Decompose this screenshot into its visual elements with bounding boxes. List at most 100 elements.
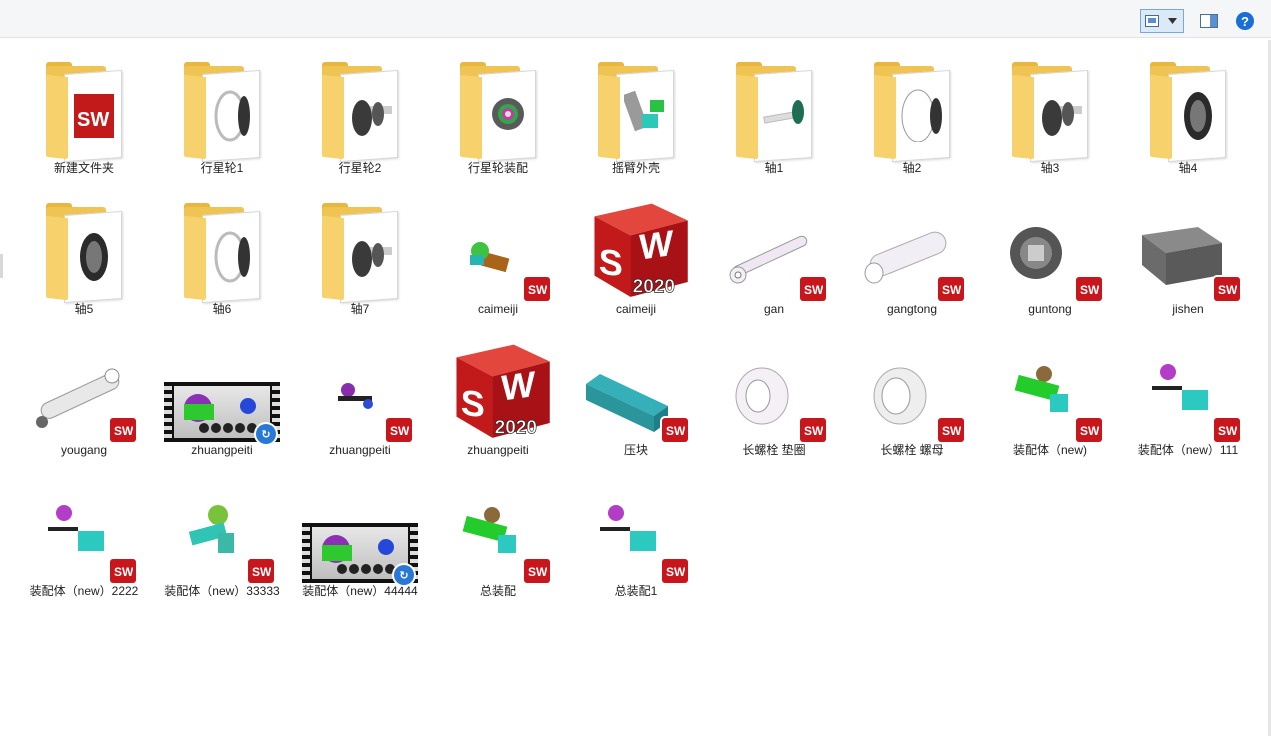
file-item[interactable]: SW 装配体（new) xyxy=(984,336,1116,459)
folder-icon xyxy=(294,195,426,304)
folder-item[interactable]: 行星轮1 xyxy=(156,54,288,177)
folder-item[interactable]: 轴6 xyxy=(156,195,288,318)
file-item[interactable]: SW caimeiji xyxy=(432,195,564,318)
file-item[interactable]: S W 2020 zhuangpeiti xyxy=(432,336,564,459)
solidworks-file-icon: SW xyxy=(386,418,412,442)
folder-icon xyxy=(570,54,702,163)
svg-text:SW: SW xyxy=(942,283,961,297)
file-thumbnail: SW xyxy=(18,336,150,442)
solidworks-file-icon: SW xyxy=(662,559,688,583)
folder-item[interactable]: 行星轮装配 xyxy=(432,54,564,177)
folder-icon xyxy=(18,195,150,304)
solidworks-file-icon: SW xyxy=(524,559,550,583)
folder-icon: SW xyxy=(18,54,150,163)
folder-item[interactable]: 轴4 xyxy=(1122,54,1254,177)
folder-item[interactable]: 轴1 xyxy=(708,54,840,177)
item-label: 总装配 xyxy=(479,584,516,598)
view-thumbnails-icon[interactable] xyxy=(1141,10,1162,32)
change-view-button[interactable] xyxy=(1140,9,1184,33)
part-preview-icon xyxy=(324,374,384,429)
item-label: 行星轮1 xyxy=(200,161,244,175)
part-preview-icon xyxy=(866,360,936,435)
svg-text:SW: SW xyxy=(1218,283,1237,297)
folder-item[interactable]: 行星轮2 xyxy=(294,54,426,177)
file-item[interactable]: SW 总装配 xyxy=(432,477,564,600)
part-preview-icon xyxy=(38,501,118,576)
solidworks-file-icon: SW xyxy=(800,277,826,301)
folder-item[interactable]: 轴5 xyxy=(18,195,150,318)
part-preview-icon xyxy=(1142,360,1222,435)
file-thumbnail: SW xyxy=(846,195,978,301)
item-label: 装配体（new）33333 xyxy=(164,584,280,598)
item-label: 轴3 xyxy=(1040,161,1060,175)
file-thumbnail: SW xyxy=(708,336,840,442)
file-item[interactable]: SW 压块 xyxy=(570,336,702,459)
solidworks-file-icon: SW xyxy=(1076,418,1102,442)
file-thumbnail: SW xyxy=(18,477,150,583)
file-thumbnail: SW xyxy=(1122,336,1254,442)
folder-item[interactable]: 轴3 xyxy=(984,54,1116,177)
svg-text:S: S xyxy=(461,381,485,425)
item-label: 装配体（new）111 xyxy=(1137,443,1239,457)
file-item[interactable]: SW gan xyxy=(708,195,840,318)
chevron-down-icon[interactable] xyxy=(1162,10,1183,32)
folder-icon xyxy=(708,54,840,163)
file-thumbnail: SW xyxy=(570,477,702,583)
file-thumbnail: SW xyxy=(1122,195,1254,301)
item-label: 长螺栓 螺母 xyxy=(880,443,944,457)
file-thumbnail: SW xyxy=(984,336,1116,442)
file-item[interactable]: SW 总装配1 xyxy=(570,477,702,600)
file-item[interactable]: SW 装配体（new）2222 xyxy=(18,477,150,600)
file-item[interactable]: SW jishen xyxy=(1122,195,1254,318)
svg-text:SW: SW xyxy=(804,283,823,297)
file-item[interactable]: ↻ 装配体（new）44444 xyxy=(294,477,426,600)
preview-pane-icon[interactable] xyxy=(1199,12,1219,30)
file-item[interactable]: SW zhuangpeiti xyxy=(294,336,426,459)
folder-item[interactable]: 摇臂外壳 xyxy=(570,54,702,177)
part-preview-icon xyxy=(720,221,810,296)
file-item[interactable]: SW guntong xyxy=(984,195,1116,318)
item-label: 装配体（new）44444 xyxy=(302,584,418,598)
help-button[interactable]: ? xyxy=(1236,12,1254,30)
svg-text:SW: SW xyxy=(804,424,823,438)
svg-text:SW: SW xyxy=(114,565,133,579)
item-label: 装配体（new）2222 xyxy=(29,584,139,598)
file-item[interactable]: S W 2020 caimeiji xyxy=(570,195,702,318)
file-item[interactable]: ↻ zhuangpeiti xyxy=(156,336,288,459)
item-label: 新建文件夹 xyxy=(53,161,114,175)
svg-text:SW: SW xyxy=(114,424,133,438)
item-label: yougang xyxy=(60,443,108,457)
file-item[interactable]: SW yougang xyxy=(18,336,150,459)
file-item[interactable]: SW 装配体（new）111 xyxy=(1122,336,1254,459)
file-item[interactable]: SW 装配体（new）33333 xyxy=(156,477,288,600)
item-label: zhuangpeiti xyxy=(329,443,391,457)
svg-text:SW: SW xyxy=(528,565,547,579)
svg-text:SW: SW xyxy=(528,283,547,297)
solidworks-file-icon: SW xyxy=(1214,418,1240,442)
file-thumbnail: SW xyxy=(432,195,564,301)
file-item[interactable]: SW 长螺栓 垫圈 xyxy=(708,336,840,459)
item-label: 压块 xyxy=(623,443,648,457)
file-item[interactable]: SW gangtong xyxy=(846,195,978,318)
folder-item[interactable]: SW 新建文件夹 xyxy=(18,54,150,177)
svg-text:W: W xyxy=(639,222,674,268)
part-preview-icon xyxy=(452,501,532,576)
svg-text:SW: SW xyxy=(1218,424,1237,438)
file-thumbnail: SW xyxy=(432,477,564,583)
item-label: 行星轮2 xyxy=(338,161,382,175)
folder-item[interactable]: 轴2 xyxy=(846,54,978,177)
item-label: 行星轮装配 xyxy=(467,161,528,175)
solidworks-logo-icon: S W 2020 xyxy=(586,193,692,299)
solidworks-file-icon: SW xyxy=(110,559,136,583)
svg-text:SW: SW xyxy=(77,109,109,131)
part-preview-icon xyxy=(462,233,522,288)
solidworks-file-icon: SW xyxy=(110,418,136,442)
solidworks-file-icon: SW xyxy=(248,559,274,583)
file-item[interactable]: SW 长螺栓 螺母 xyxy=(846,336,978,459)
file-thumbnail: SW xyxy=(570,336,702,442)
item-label: 轴5 xyxy=(74,302,94,316)
folder-icon xyxy=(294,54,426,163)
file-thumbnail: ↻ xyxy=(156,336,288,444)
folder-icon xyxy=(846,54,978,163)
folder-item[interactable]: 轴7 xyxy=(294,195,426,318)
